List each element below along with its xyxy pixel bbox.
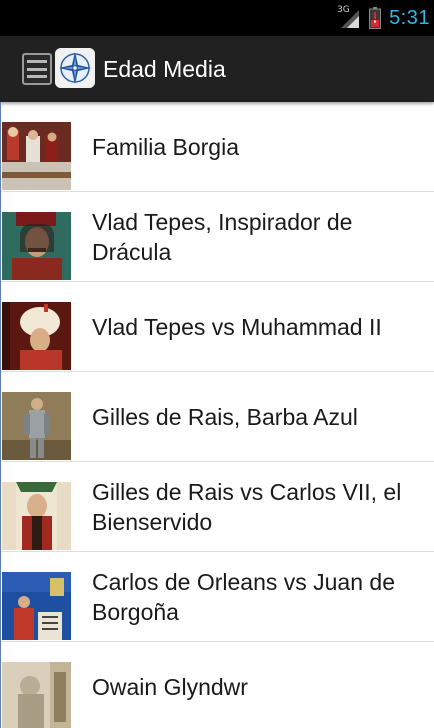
list-item-label: Vlad Tepes, Inspirador de Drácula: [92, 208, 353, 265]
portrait-thumbnail: [2, 482, 71, 550]
status-clock: 5:31: [389, 6, 430, 29]
list-item-label: Familia Borgia: [92, 133, 239, 160]
list-item[interactable]: Familia Borgia: [1, 102, 434, 192]
portrait-thumbnail: [2, 212, 71, 280]
app-title: Edad Media: [103, 56, 226, 82]
status-icons: 3G 5:31: [337, 0, 430, 36]
list-item[interactable]: Vlad Tepes, Inspirador de Drácula: [1, 192, 434, 282]
list-item[interactable]: Gilles de Rais, Barba Azul: [1, 372, 434, 462]
list-item-label: Carlos de Orleans vs Juan de Borgoña: [92, 568, 395, 625]
portrait-thumbnail: [2, 662, 71, 728]
portrait-thumbnail: [2, 122, 71, 190]
list-item[interactable]: Vlad Tepes vs Muhammad II: [1, 282, 434, 372]
list-item[interactable]: Owain Glyndwr: [1, 642, 434, 728]
action-bar: Edad Media: [0, 36, 434, 102]
topic-list: Familia Borgia Vlad Tepes, Inspirador de…: [0, 102, 434, 728]
portrait-thumbnail: [2, 302, 71, 370]
list-item[interactable]: Gilles de Rais vs Carlos VII, el Bienser…: [1, 462, 434, 552]
status-bar: 3G 5:31: [0, 0, 434, 36]
drawer-menu-icon[interactable]: [22, 53, 52, 85]
list-item-label: Gilles de Rais vs Carlos VII, el Bienser…: [92, 478, 402, 535]
battery-icon: [369, 7, 382, 29]
signal-icon: 3G: [337, 5, 361, 30]
portrait-thumbnail: [2, 572, 71, 640]
portrait-thumbnail: [2, 392, 71, 460]
list-item-label: Gilles de Rais, Barba Azul: [92, 403, 358, 430]
list-item[interactable]: Carlos de Orleans vs Juan de Borgoña: [1, 552, 434, 642]
list-item-label: Owain Glyndwr: [92, 673, 248, 700]
list-item-label: Vlad Tepes vs Muhammad II: [92, 313, 382, 340]
compass-rose-icon[interactable]: [55, 48, 95, 88]
